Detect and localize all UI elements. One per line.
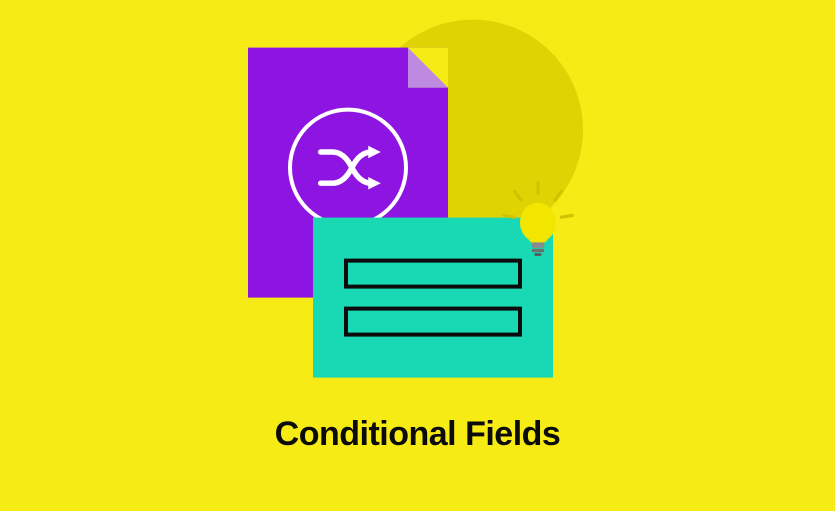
form-field-2 <box>344 306 522 336</box>
lightbulb-icon <box>493 177 583 267</box>
document-fold-corner <box>408 47 448 87</box>
illustration-container <box>193 37 643 457</box>
shuffle-icon <box>309 128 387 206</box>
shuffle-circle-outline <box>288 107 408 227</box>
feature-title: Conditional Fields <box>275 415 561 454</box>
